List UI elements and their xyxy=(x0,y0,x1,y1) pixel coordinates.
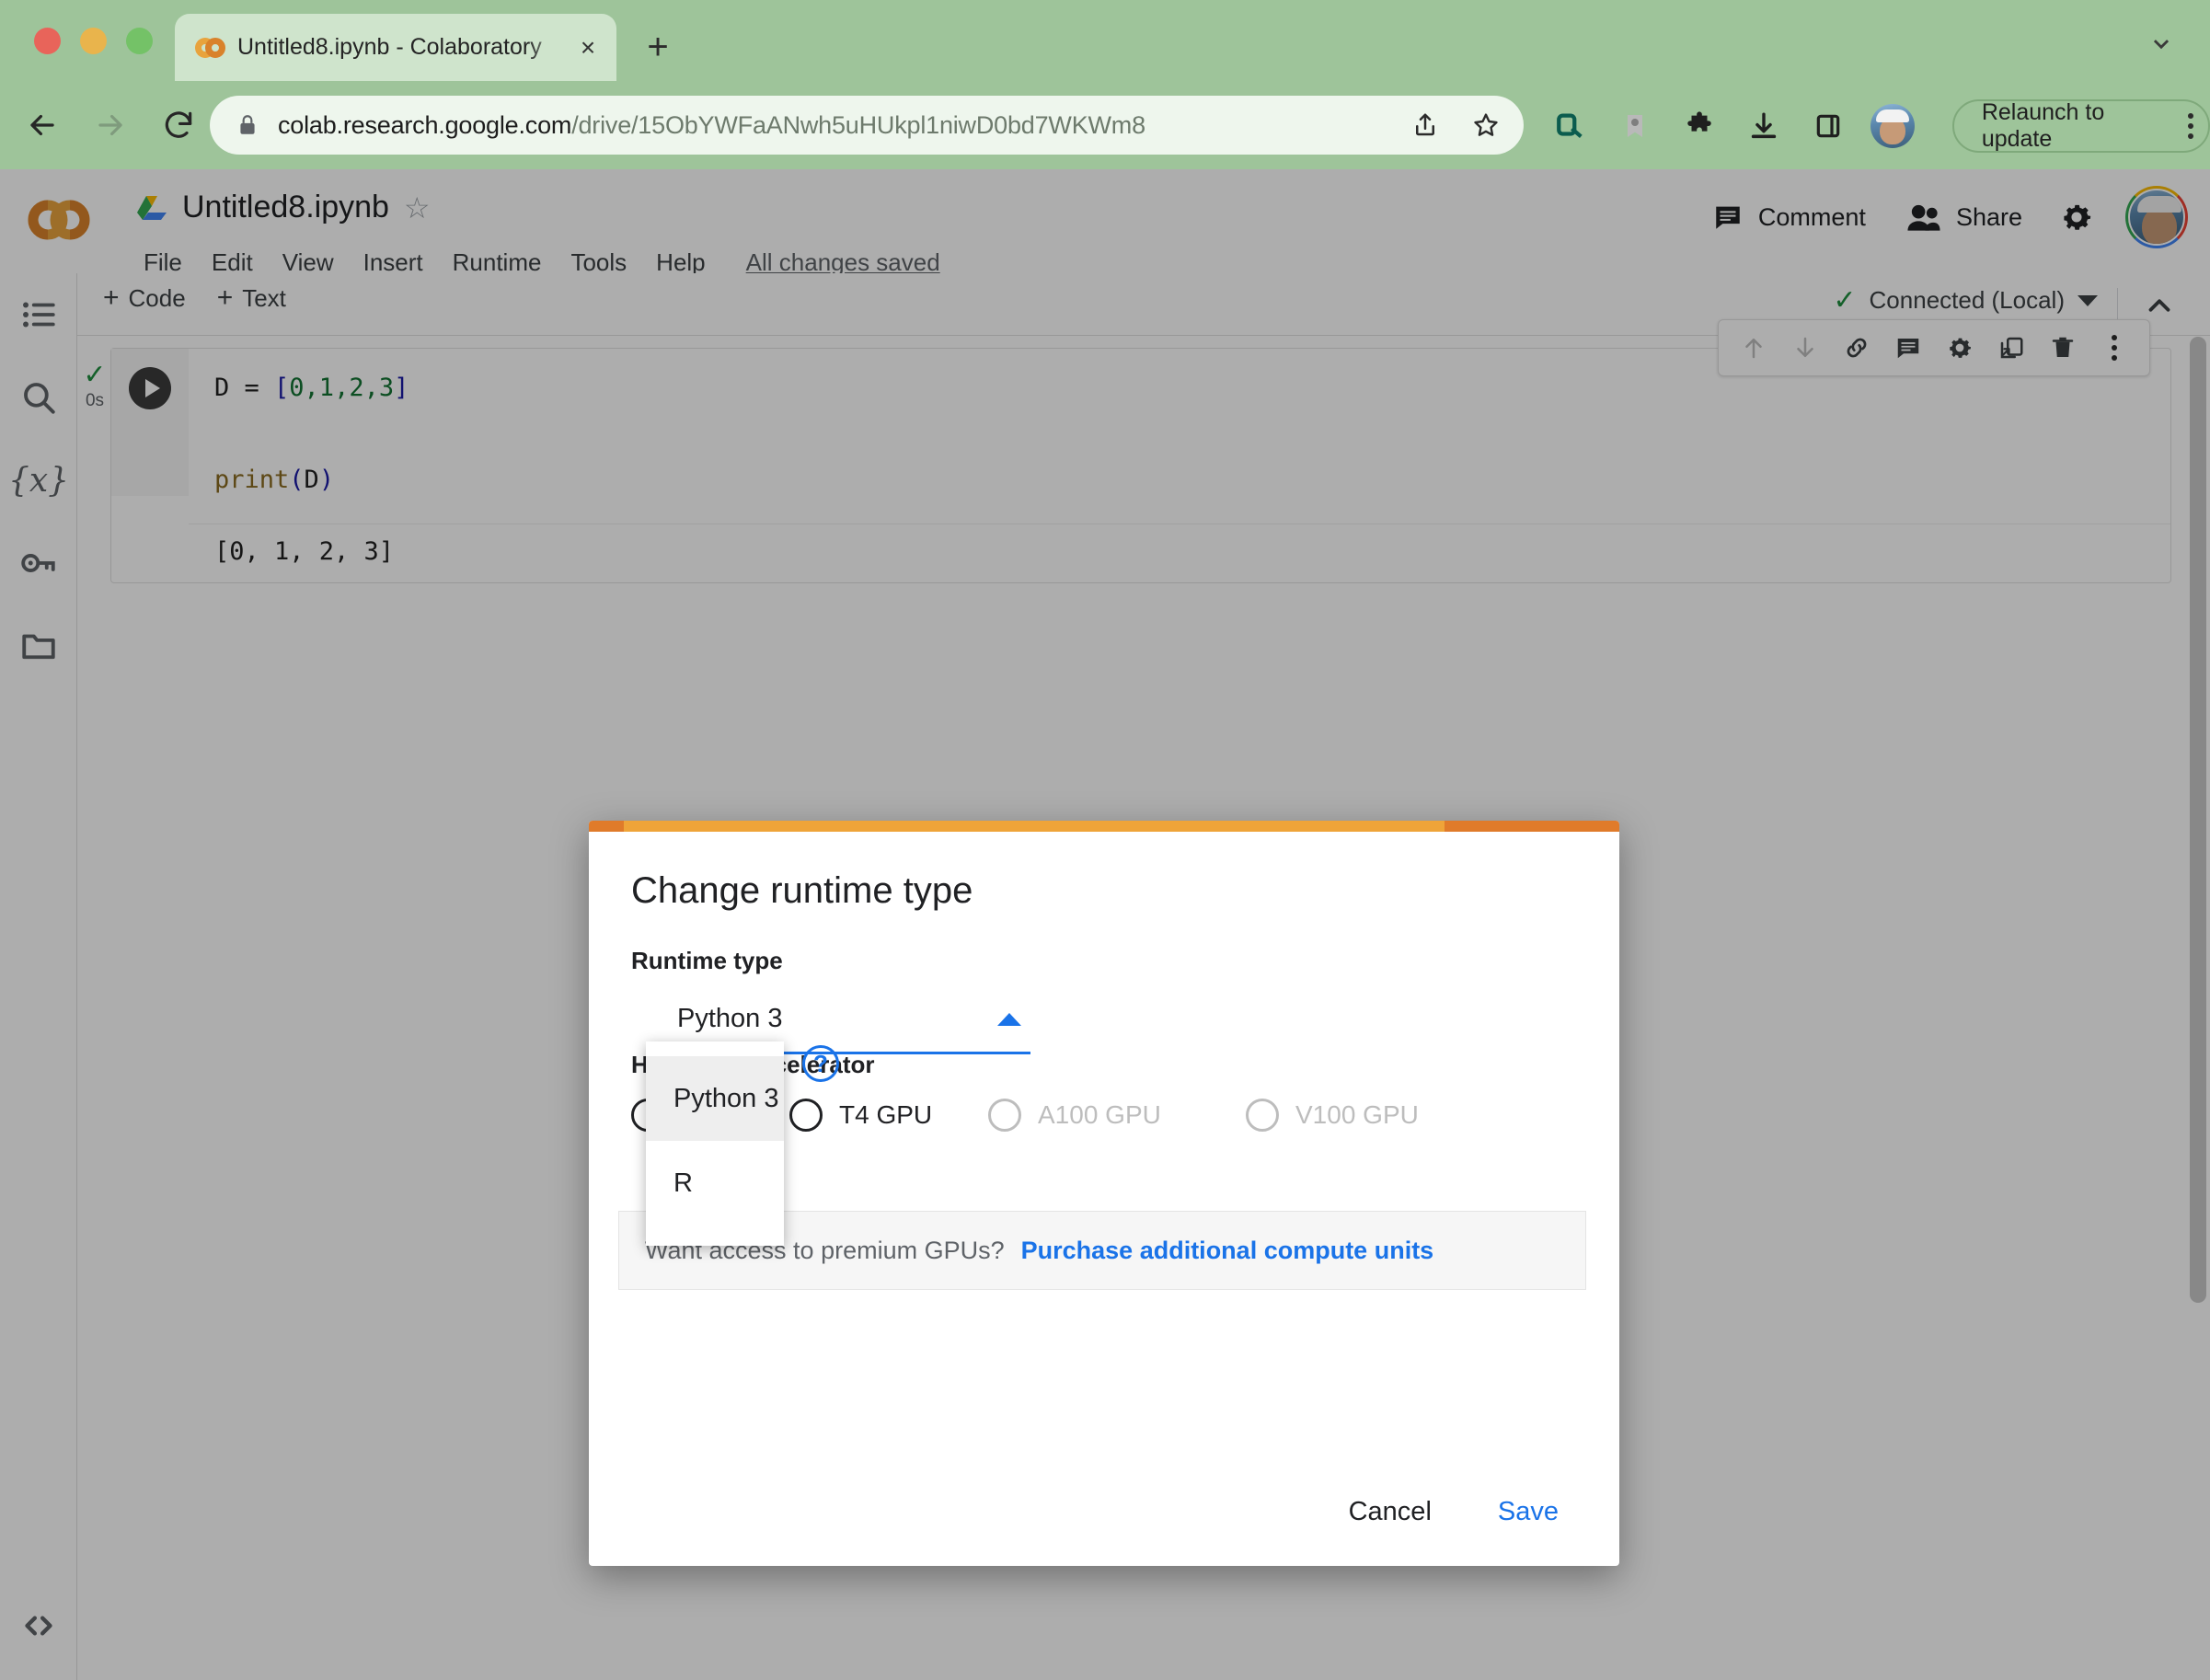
kebab-icon[interactable] xyxy=(2188,113,2193,139)
browser-nav-bar: colab.research.google.com/drive/15ObYWFa… xyxy=(0,81,2210,169)
side-panel-icon[interactable] xyxy=(1803,100,1853,152)
accelerator-label-t4-gpu: T4 GPU xyxy=(839,1100,932,1130)
accelerator-option-t4-gpu[interactable]: T4 GPU xyxy=(789,1099,932,1132)
radio-circle-icon[interactable] xyxy=(789,1099,823,1132)
close-window-button[interactable] xyxy=(34,28,61,54)
accelerator-option-v100-gpu: V100 GPU xyxy=(1246,1099,1419,1132)
minimize-window-button[interactable] xyxy=(80,28,107,54)
window-traffic-lights xyxy=(34,28,153,54)
runtime-type-dropdown-menu[interactable]: Python 3 R xyxy=(646,1041,784,1246)
back-arrow-icon[interactable] xyxy=(17,99,68,151)
dialog-footer: Cancel Save xyxy=(1329,1486,1579,1538)
radio-circle-icon xyxy=(1246,1099,1279,1132)
profile-avatar[interactable] xyxy=(1868,100,1917,152)
browser-tab-strip: Untitled8.ipynb - Colaboratory × + xyxy=(0,0,2210,81)
colab-application: Untitled8.ipynb ☆ File Edit View Insert … xyxy=(0,169,2210,1680)
reload-icon[interactable] xyxy=(153,99,204,151)
purchase-compute-units-link[interactable]: Purchase additional compute units xyxy=(1021,1237,1434,1265)
relaunch-to-update-button[interactable]: Relaunch to update xyxy=(1952,99,2210,153)
forward-arrow-icon[interactable] xyxy=(85,99,136,151)
accelerator-label-v100-gpu: V100 GPU xyxy=(1295,1100,1419,1130)
dialog-body: Change runtime type Runtime type Python … xyxy=(589,832,1619,1566)
accelerator-option-a100-gpu: A100 GPU xyxy=(988,1099,1161,1132)
chevron-down-icon[interactable] xyxy=(2146,28,2177,59)
change-runtime-type-dialog: Change runtime type Runtime type Python … xyxy=(589,821,1619,1566)
accelerator-label-a100-gpu: A100 GPU xyxy=(1038,1100,1161,1130)
dialog-title: Change runtime type xyxy=(631,870,973,912)
cancel-button[interactable]: Cancel xyxy=(1329,1486,1452,1538)
browser-window: Untitled8.ipynb - Colaboratory × + colab… xyxy=(0,0,2210,1680)
dialog-accent-bar xyxy=(589,821,1619,832)
address-bar[interactable]: colab.research.google.com/drive/15ObYWFa… xyxy=(210,96,1524,155)
radio-circle-icon xyxy=(988,1099,1021,1132)
extension-tag-icon[interactable] xyxy=(1610,100,1660,152)
share-icon[interactable] xyxy=(1402,102,1448,148)
help-icon[interactable]: ? xyxy=(802,1045,839,1082)
runtime-type-label: Runtime type xyxy=(631,947,783,975)
bookmark-star-icon[interactable] xyxy=(1463,102,1509,148)
browser-tab-title: Untitled8.ipynb - Colaboratory xyxy=(237,34,567,61)
browser-extension-icons: Relaunch to update xyxy=(1546,99,2210,153)
address-bar-url: colab.research.google.com/drive/15ObYWFa… xyxy=(278,111,1145,140)
colab-favicon-icon xyxy=(195,34,223,62)
runtime-type-selected-value: Python 3 xyxy=(677,1004,782,1034)
browser-tab[interactable]: Untitled8.ipynb - Colaboratory × xyxy=(175,14,616,81)
url-path: /drive/15ObYWFaANwh5uHUkpl1niwD0bd7WKWm8 xyxy=(571,111,1145,139)
dropdown-option-r[interactable]: R xyxy=(646,1141,784,1225)
lock-icon xyxy=(236,111,259,139)
relaunch-label: Relaunch to update xyxy=(1982,99,2173,153)
url-domain: colab.research.google.com xyxy=(278,111,571,139)
omnibox-actions xyxy=(1402,102,1509,148)
dropdown-option-python-3[interactable]: Python 3 xyxy=(646,1056,784,1141)
close-tab-icon[interactable]: × xyxy=(572,32,604,63)
extension-qr-icon[interactable] xyxy=(1546,100,1595,152)
maximize-window-button[interactable] xyxy=(126,28,153,54)
download-icon[interactable] xyxy=(1739,100,1789,152)
puzzle-icon[interactable] xyxy=(1675,100,1724,152)
chevron-up-icon[interactable] xyxy=(997,1013,1021,1026)
new-tab-button[interactable]: + xyxy=(635,24,681,70)
save-button[interactable]: Save xyxy=(1478,1486,1579,1538)
